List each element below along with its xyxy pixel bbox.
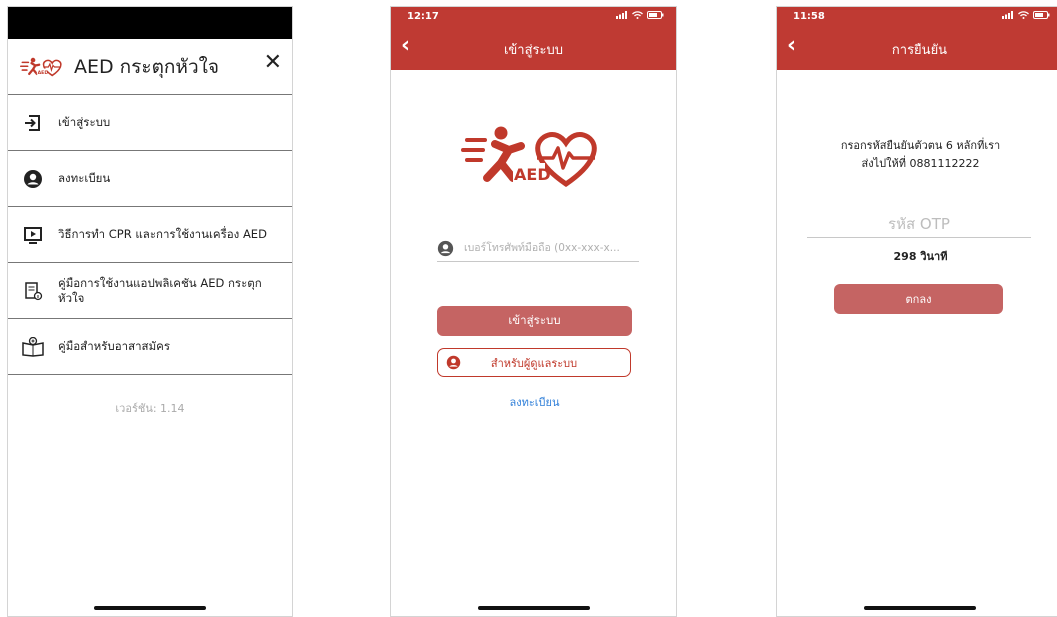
back-icon[interactable]: ‹: [787, 35, 796, 57]
otp-message-line1: กรอกรหัสยืนยันตัวตน 6 หลักที่เรา: [840, 139, 1001, 152]
menu-item-label: เข้าสู่ระบบ: [58, 115, 111, 129]
video-play-icon: [22, 224, 44, 246]
menu-screen: AED AED กระตุกหัวใจ ✕ เข้าสู่ระบบ ลงทะเบ…: [7, 6, 293, 617]
version-text: เวอร์ชัน: 1.14: [115, 402, 185, 415]
otp-message-line2: ส่งไปให้ที่ 0881112222: [861, 157, 980, 170]
otp-message: กรอกรหัสยืนยันตัวตน 6 หลักที่เรา ส่งไปให…: [777, 137, 1057, 173]
svg-text:AED: AED: [514, 165, 551, 184]
menu-header: AED AED กระตุกหัวใจ ✕: [8, 39, 292, 95]
admin-button-label: สำหรับผู้ดูแลระบบ: [490, 356, 578, 370]
app-title: AED กระตุกหัวใจ: [74, 55, 220, 78]
menu-item-label: คู่มือการใช้งานแอปพลิเคชัน AED กระตุกหัว…: [58, 275, 262, 305]
home-indicator: [94, 606, 206, 610]
menu-item-register[interactable]: ลงทะเบียน: [8, 151, 292, 207]
login-screen: 12:17 ‹ เข้าสู่ระบบ AED เข้าสู่ระบบ สำหร…: [390, 6, 677, 617]
close-icon[interactable]: ✕: [264, 52, 282, 74]
menu-item-app-manual[interactable]: คู่มือการใช้งานแอปพลิเคชัน AED กระตุกหัว…: [8, 263, 292, 319]
battery-icon: [647, 11, 664, 19]
admin-login-button[interactable]: สำหรับผู้ดูแลระบบ: [437, 348, 631, 377]
otp-input[interactable]: [817, 214, 1021, 234]
back-icon[interactable]: ‹: [401, 35, 410, 57]
menu-item-label: ลงทะเบียน: [58, 171, 111, 185]
status-bar: 12:17: [391, 7, 676, 28]
login-button[interactable]: เข้าสู่ระบบ: [437, 306, 632, 336]
status-time: 11:58: [793, 11, 825, 22]
home-indicator: [477, 606, 590, 610]
user-circle-icon: [437, 240, 454, 256]
status-bar: [8, 7, 292, 39]
svg-text:AED: AED: [38, 69, 49, 75]
otp-screen: 11:58 ‹ การยืนยัน กรอกรหัสยืนยันตัวตน 6 …: [776, 6, 1057, 617]
battery-icon: [1033, 11, 1050, 19]
login-icon: [22, 112, 44, 134]
menu-item-cpr-video[interactable]: วิธีการทำ CPR และการใช้งานเครื่อง AED: [8, 207, 292, 263]
user-circle-icon: [22, 168, 44, 190]
menu-item-label: คู่มือสำหรับอาสาสมัคร: [58, 339, 171, 353]
status-time: 12:17: [407, 11, 439, 22]
confirm-button[interactable]: ตกลง: [834, 284, 1003, 314]
status-bar: 11:58: [777, 7, 1057, 28]
status-icons: [616, 11, 664, 19]
wifi-icon: [1018, 11, 1029, 19]
manual-document-icon: [22, 280, 44, 302]
countdown-timer: 298 วินาที: [893, 250, 948, 263]
status-icons: [1002, 11, 1050, 19]
home-indicator: [863, 606, 976, 610]
user-circle-icon: [446, 355, 461, 370]
nav-bar: ‹ เข้าสู่ระบบ: [391, 28, 676, 70]
signal-icon: [616, 11, 627, 19]
otp-field: [807, 211, 1031, 238]
wifi-icon: [632, 11, 643, 19]
phone-input[interactable]: [462, 241, 636, 255]
volunteer-book-icon: [22, 336, 44, 358]
aed-logo-icon: AED: [20, 57, 62, 76]
signal-icon: [1002, 11, 1013, 19]
nav-bar: ‹ การยืนยัน: [777, 28, 1057, 70]
page-title: การยืนยัน: [891, 42, 948, 58]
menu-item-volunteer-manual[interactable]: คู่มือสำหรับอาสาสมัคร: [8, 319, 292, 375]
register-link[interactable]: ลงทะเบียน: [391, 393, 676, 411]
menu-item-login[interactable]: เข้าสู่ระบบ: [8, 95, 292, 151]
menu-item-label: วิธีการทำ CPR และการใช้งานเครื่อง AED: [58, 227, 267, 241]
phone-field: [437, 235, 639, 262]
page-title: เข้าสู่ระบบ: [503, 42, 564, 58]
aed-logo-icon: AED: [461, 126, 597, 188]
